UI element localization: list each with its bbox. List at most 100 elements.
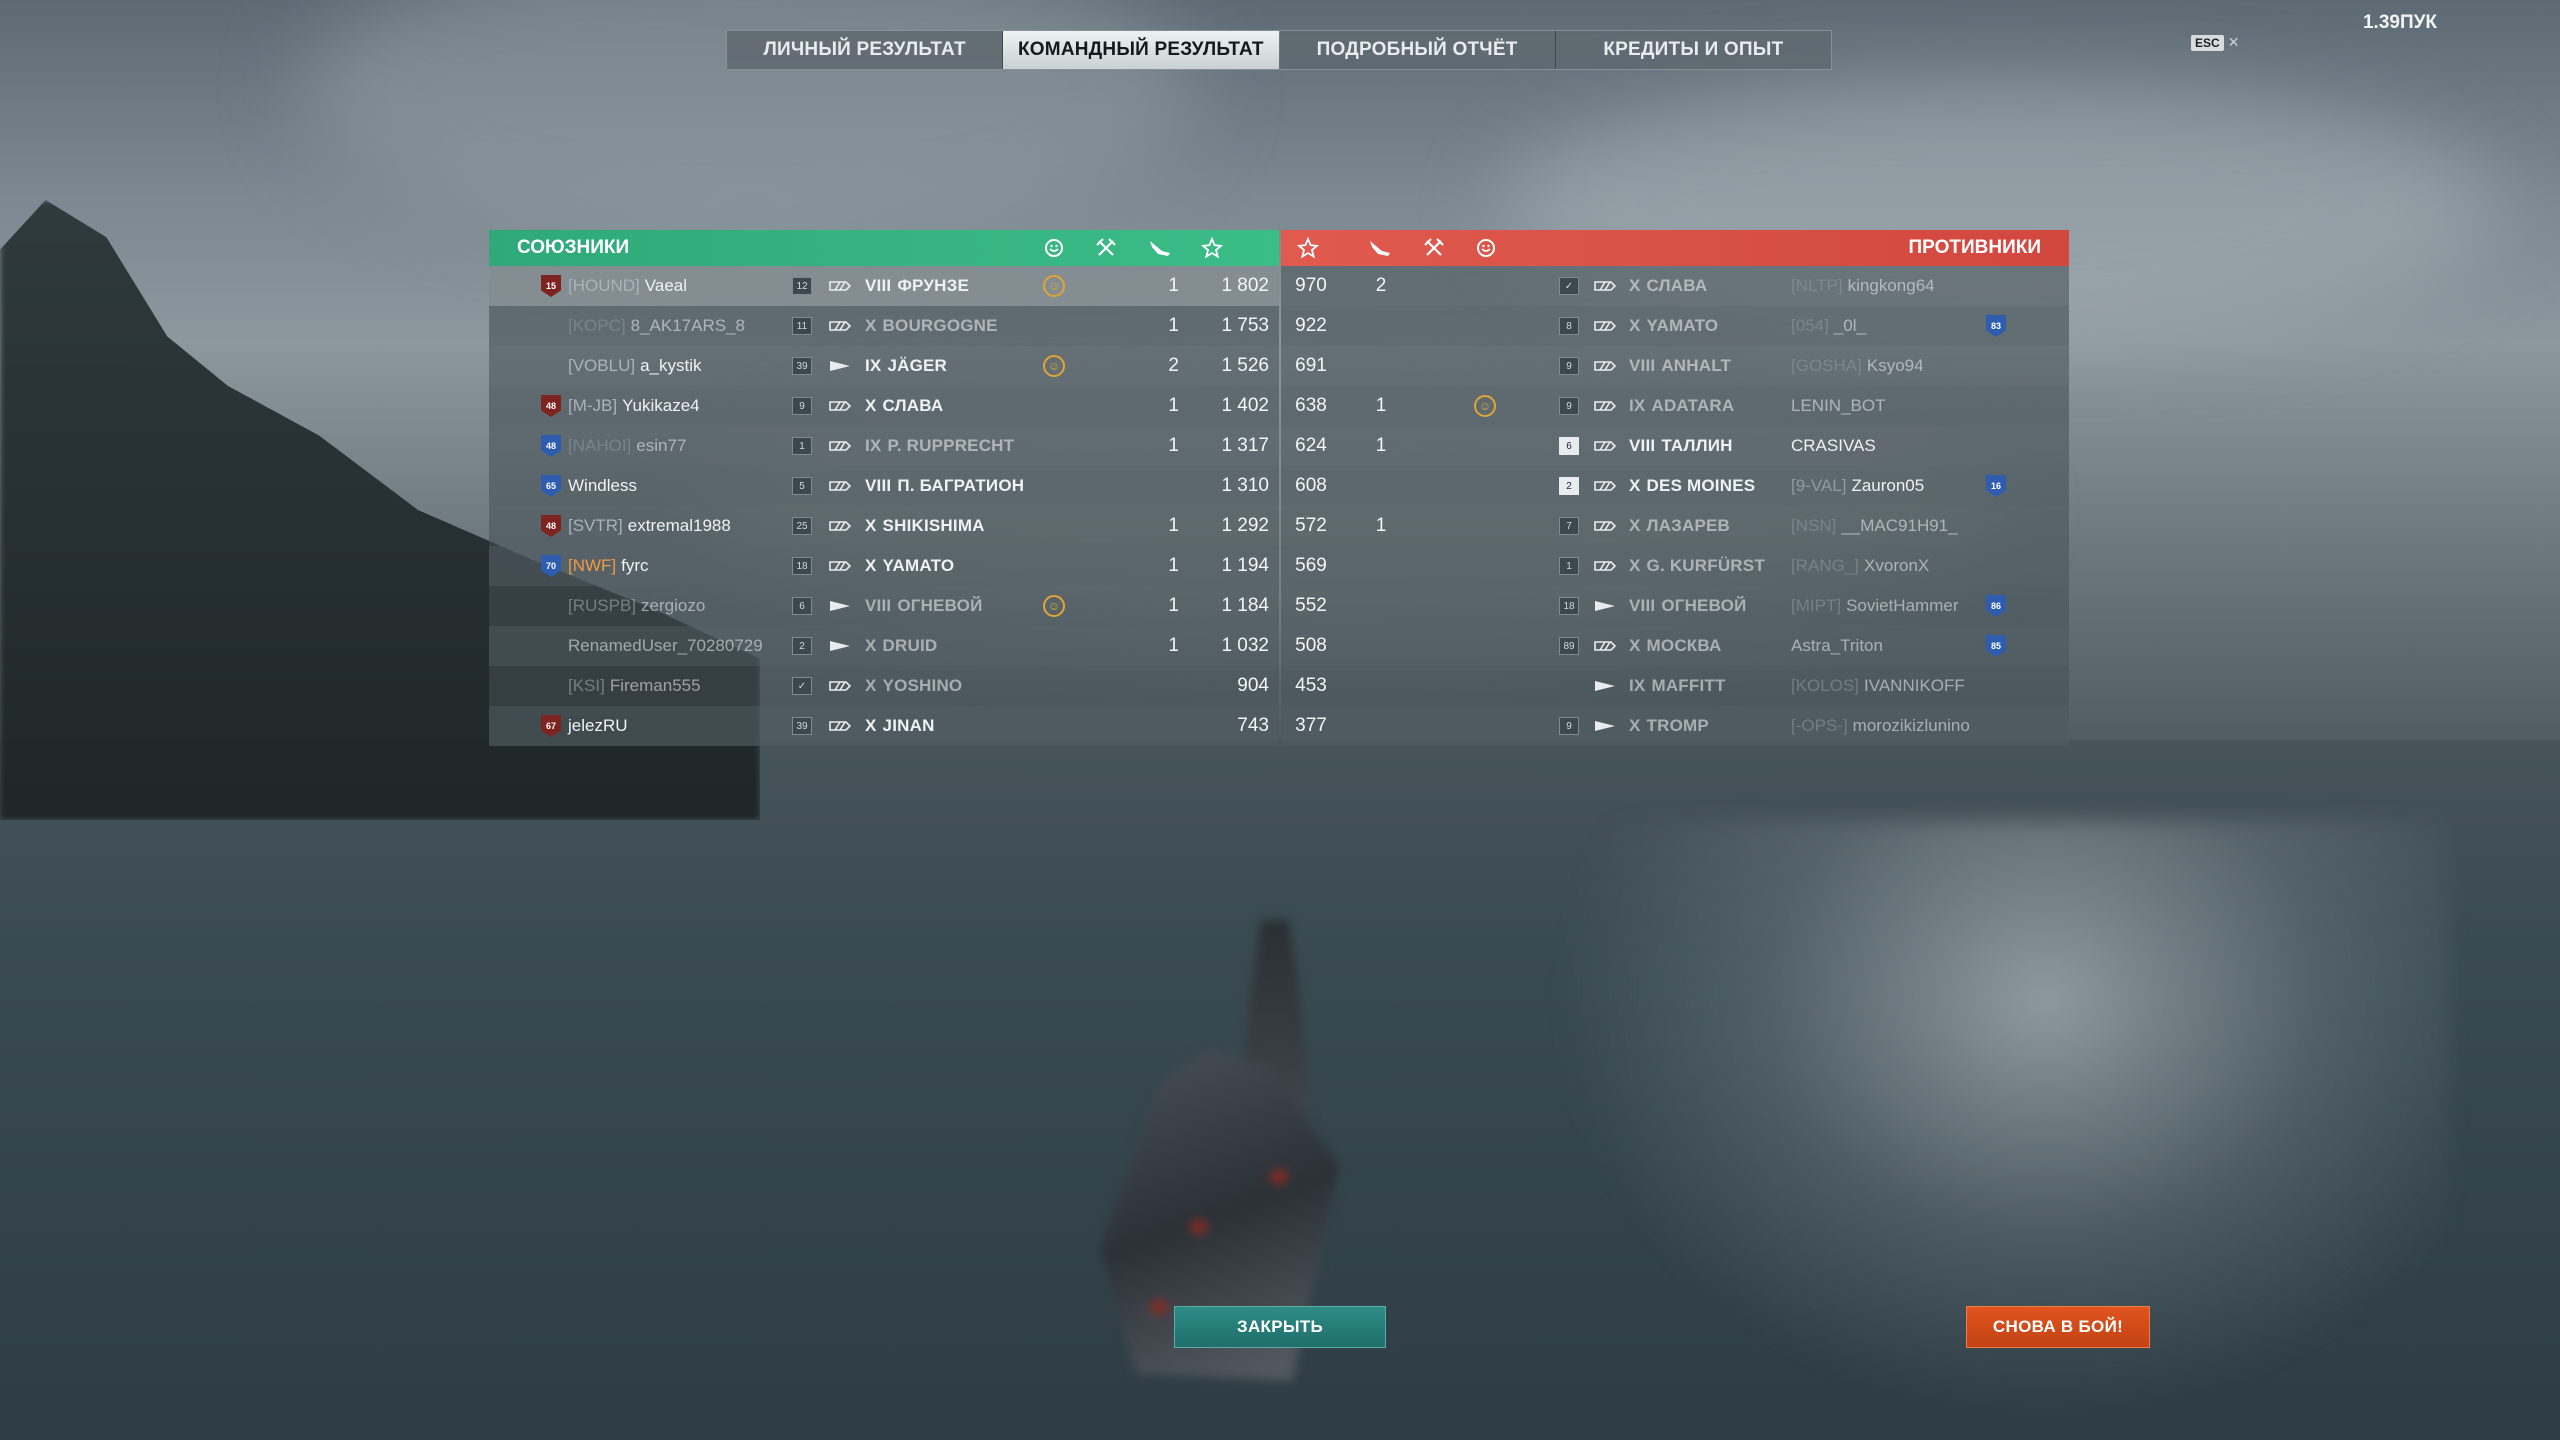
- enemies-title: ПРОТИВНИКИ: [1908, 237, 2041, 258]
- clan-tag: [9-VAL]: [1791, 476, 1847, 495]
- ship-tier: X: [865, 396, 877, 415]
- clan-tag: [NWF]: [568, 556, 617, 575]
- level-badge: 39: [792, 357, 812, 375]
- kills-count: 1: [1168, 275, 1179, 296]
- enemy-row[interactable]: 377 9 X TROMP [-OPS-] morozikizlunino: [1281, 706, 2069, 746]
- level-badge: 39: [792, 717, 812, 735]
- enemy-row[interactable]: 691 9 VIII ANHALT [GOSHA] Ksyo94: [1281, 346, 2069, 386]
- ship-name: МОСКВА: [1646, 636, 1722, 655]
- base-xp-score: 904: [1237, 675, 1269, 696]
- level-badge: 8: [1559, 317, 1579, 335]
- base-xp-score: 1 184: [1221, 595, 1269, 616]
- ship-name: ANHALT: [1661, 356, 1732, 375]
- allies-panel: СОЮЗНИКИ 15 [HOUND] Vaeal 12 VIII ФРУНЗЕ ☺ 1 1 8…: [489, 230, 1279, 750]
- tab-detailed-report[interactable]: ПОДРОБНЫЙ ОТЧЁТ: [1280, 31, 1556, 69]
- battleship-class-icon: [828, 679, 852, 693]
- ship-name: ADATARA: [1651, 396, 1735, 415]
- ship-name: SHIKISHIMA: [882, 516, 985, 535]
- base-xp-score: 1 310: [1221, 475, 1269, 496]
- enemy-row[interactable]: 970 2 ✓ X СЛАВА [NLTP] kingkong64: [1281, 266, 2069, 306]
- ally-row[interactable]: 67 jelezRU 39 X JINAN 743: [489, 706, 1279, 746]
- ship-name: JÄGER: [887, 356, 948, 375]
- level-badge: 25: [792, 517, 812, 535]
- kills-count: 1: [1168, 395, 1179, 416]
- enemy-row[interactable]: 569 1 X G. KURFÜRST [RANG_] XvoronX: [1281, 546, 2069, 586]
- level-badge: 18: [1559, 597, 1579, 615]
- battleship-class-icon: [1593, 639, 1617, 653]
- level-badge: 89: [1559, 637, 1579, 655]
- player-name: extremal1988: [627, 516, 731, 535]
- tab-credits-and-xp[interactable]: КРЕДИТЫ И ОПЫТ: [1556, 31, 1831, 69]
- level-badge: 11: [792, 317, 812, 335]
- battle-again-button[interactable]: СНОВА В БОЙ!: [1966, 1306, 2150, 1348]
- kills-count: 1: [1168, 555, 1179, 576]
- rank-badge-icon: 86: [1986, 595, 2006, 617]
- player-name: SovietHammer: [1846, 596, 1959, 615]
- battleship-class-icon: [828, 399, 852, 413]
- enemy-row[interactable]: 453 IX MAFFITT [KOLOS] IVANNIKOFF: [1281, 666, 2069, 706]
- ship-tier: VIII: [865, 276, 892, 295]
- player-name: a_kystik: [640, 356, 702, 375]
- ship-tier: X: [1629, 716, 1641, 735]
- enemy-row[interactable]: 922 8 X YAMATO [054] _0l_ 83: [1281, 306, 2069, 346]
- base-xp-score: 638: [1295, 395, 1327, 416]
- ally-row[interactable]: [RUSPB] zergiozo 6 VIII ОГНЕВОЙ ☺ 1 1 184: [489, 586, 1279, 626]
- base-xp-score: 743: [1237, 715, 1269, 736]
- ship-tier: X: [1629, 476, 1641, 495]
- base-xp-score: 453: [1295, 675, 1327, 696]
- ally-row[interactable]: 48 [M-JB] Yukikaze4 9 X СЛАВА 1 1 402: [489, 386, 1279, 426]
- player-name: CRASIVAS: [1791, 436, 1876, 455]
- clan-tag: [NAHOI]: [568, 436, 632, 455]
- enemy-row[interactable]: 552 18 VIII ОГНЕВОЙ [MIPT] SovietHammer 86: [1281, 586, 2069, 626]
- player-name: Zauron05: [1851, 476, 1925, 495]
- ship-name: DES MOINES: [1646, 476, 1756, 495]
- ship-tier: X: [865, 636, 877, 655]
- ally-row[interactable]: [KOPC] 8_AK17ARS_8 11 X BOURGOGNE 1 1 753: [489, 306, 1279, 346]
- tab-personal-result[interactable]: ЛИЧНЫЙ РЕЗУЛЬТАТ: [727, 31, 1004, 69]
- kills-count: 1: [1375, 435, 1387, 456]
- rank-badge-icon: 16: [1986, 475, 2006, 497]
- player-name: Ksyo94: [1866, 356, 1924, 375]
- star-icon: [1296, 236, 1320, 260]
- allies-header: СОЮЗНИКИ: [489, 230, 1279, 266]
- player-name: morozikizlunino: [1852, 716, 1970, 735]
- player-name: 8_AK17ARS_8: [630, 316, 745, 335]
- enemy-row[interactable]: 508 89 X МОСКВА Astra_Triton 85: [1281, 626, 2069, 666]
- base-xp-score: 1 317: [1221, 435, 1269, 456]
- ally-row[interactable]: 70 [NWF] fyrc 18 X YAMATO 1 1 194: [489, 546, 1279, 586]
- clan-tag: [NLTP]: [1791, 276, 1843, 295]
- star-icon: [1200, 236, 1224, 260]
- medal-icon: ☺: [1043, 595, 1065, 617]
- ally-row[interactable]: 48 [NAHOI] esin77 1 IX P. RUPPRECHT 1 1 317: [489, 426, 1279, 466]
- close-button[interactable]: ЗАКРЫТЬ: [1174, 1306, 1386, 1348]
- ally-row[interactable]: [VOBLU] a_kystik 39 IX JÄGER ☺ 2 1 526: [489, 346, 1279, 386]
- battleship-class-icon: [828, 519, 852, 533]
- kills-count: 1: [1168, 515, 1179, 536]
- kills-count: 2: [1375, 275, 1387, 296]
- esc-key: ESC: [2191, 34, 2224, 51]
- version-label: 1.39ПУК: [2362, 12, 2438, 33]
- enemy-row[interactable]: 572 1 7 X ЛАЗАРЕВ [NSN] __MAC91H91_: [1281, 506, 2069, 546]
- ship-name: П. БАГРАТИОН: [897, 476, 1025, 495]
- level-badge: 9: [1559, 397, 1579, 415]
- ship-tier: X: [1629, 516, 1641, 535]
- clan-tag: [GOSHA]: [1791, 356, 1862, 375]
- enemy-row[interactable]: 624 1 6 VIII ТАЛЛИН CRASIVAS: [1281, 426, 2069, 466]
- enemy-row[interactable]: 638 1 ☺ 9 IX ADATARA LENIN_BOT: [1281, 386, 2069, 426]
- player-name: fyrc: [621, 556, 649, 575]
- base-xp-score: 691: [1295, 355, 1327, 376]
- esc-close-hint[interactable]: ESC ✕: [2191, 34, 2239, 51]
- enemy-row[interactable]: 608 2 X DES MOINES [9-VAL] Zauron05 16: [1281, 466, 2069, 506]
- tab-team-result[interactable]: КОМАНДНЫЙ РЕЗУЛЬТАТ: [1003, 31, 1280, 69]
- battleship-class-icon: [1593, 479, 1617, 493]
- ship-tier: X: [1629, 316, 1641, 335]
- medal-icon: ☺: [1043, 355, 1065, 377]
- player-name: LENIN_BOT: [1791, 396, 1886, 415]
- ally-row[interactable]: [KSI] Fireman555 ✓ X YOSHINO 904: [489, 666, 1279, 706]
- ally-row[interactable]: 65 Windless 5 VIII П. БАГРАТИОН 1 310: [489, 466, 1279, 506]
- ally-row[interactable]: 15 [HOUND] Vaeal 12 VIII ФРУНЗЕ ☺ 1 1 802: [489, 266, 1279, 306]
- ally-row[interactable]: 48 [SVTR] extremal1988 25 X SHIKISHIMA 1 1 292: [489, 506, 1279, 546]
- ally-row[interactable]: RenamedUser_70280729 2 X DRUID 1 1 032: [489, 626, 1279, 666]
- ship-tier: IX: [865, 356, 882, 375]
- clan-tag: [RANG_]: [1791, 556, 1860, 575]
